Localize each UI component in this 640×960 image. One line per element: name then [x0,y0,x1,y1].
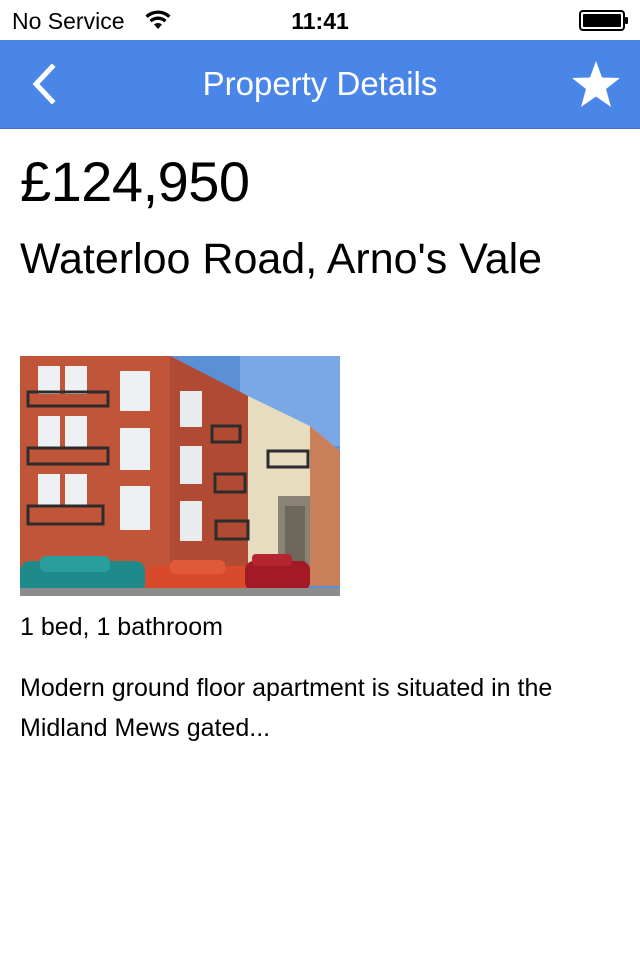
back-button[interactable] [18,54,74,114]
property-address: Waterloo Road, Arno's Vale [20,235,543,283]
navigation-bar: Property Details [0,40,640,129]
property-details-screen: No Service 11:41 Property Details £124,9… [0,0,640,960]
star-icon [572,61,620,107]
page-title: Property Details [202,65,438,102]
clock-label: 11:41 [291,8,349,34]
status-bar: No Service 11:41 [0,0,640,40]
property-description: Modern ground floor apartment is situate… [20,674,553,742]
favorite-button[interactable] [566,54,626,114]
property-photo [20,356,340,596]
battery-icon [579,10,629,31]
chevron-left-icon [32,64,56,104]
property-price: £124,950 [20,150,250,213]
property-rooms: 1 bed, 1 bathroom [20,613,223,641]
